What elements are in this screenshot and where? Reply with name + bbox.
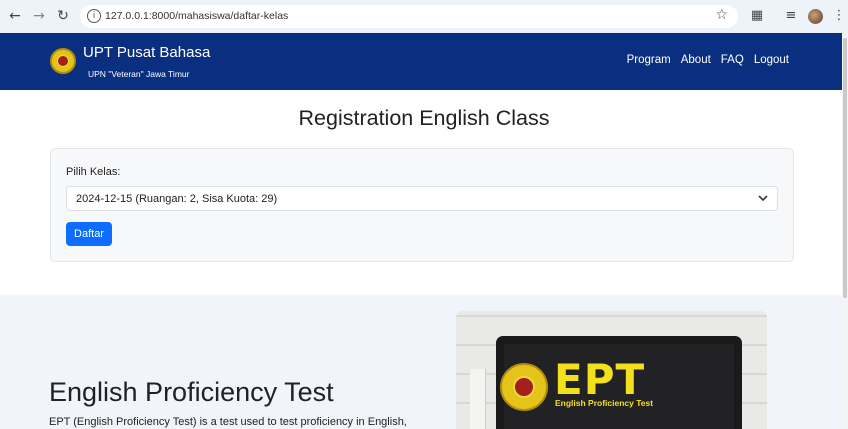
browser-toolbar: ← → ↻ i 127.0.0.1:8000/mahasiswa/daftar-… xyxy=(0,0,848,33)
daftar-button[interactable]: Daftar xyxy=(66,222,112,246)
chevron-down-icon[interactable] xyxy=(757,192,769,204)
class-select[interactable]: 2024-12-15 (Ruangan: 2, Sisa Kuota: 29) xyxy=(66,186,778,211)
ept-image: EPT English Proficiency Test xyxy=(456,311,767,429)
frame-decoration xyxy=(470,369,486,429)
extensions-icon[interactable]: ▦ xyxy=(748,7,766,25)
nav-faq[interactable]: FAQ xyxy=(721,54,744,66)
upn-logo-icon[interactable] xyxy=(50,48,76,74)
address-bar[interactable]: i 127.0.0.1:8000/mahasiswa/daftar-kelas … xyxy=(80,5,738,28)
brand-subtitle: UPN "Veteran" Jawa Timur xyxy=(88,69,190,79)
nav-program[interactable]: Program xyxy=(627,54,671,66)
ept-mark: EPT xyxy=(554,355,646,404)
menu-icon[interactable]: ⋮ xyxy=(830,7,848,25)
ept-section: English Proficiency Test EPT (English Pr… xyxy=(0,295,848,429)
nav-about[interactable]: About xyxy=(681,54,711,66)
class-select-label: Pilih Kelas: xyxy=(66,166,121,178)
scrollbar-thumb[interactable] xyxy=(843,38,847,298)
ept-logo-icon xyxy=(500,363,548,411)
page-title: Registration English Class xyxy=(298,106,550,130)
star-icon[interactable]: ☆ xyxy=(715,7,728,23)
forward-icon[interactable]: → xyxy=(30,7,48,25)
registration-form-card: Pilih Kelas: 2024-12-15 (Ruangan: 2, Sis… xyxy=(50,148,794,262)
profile-avatar[interactable] xyxy=(808,9,823,24)
class-select-value[interactable]: 2024-12-15 (Ruangan: 2, Sisa Kuota: 29) xyxy=(76,193,277,205)
site-header: UPT Pusat Bahasa UPN "Veteran" Jawa Timu… xyxy=(0,33,848,90)
back-icon[interactable]: ← xyxy=(6,7,24,25)
url-text[interactable]: 127.0.0.1:8000/mahasiswa/daftar-kelas xyxy=(105,10,288,22)
ept-description: EPT (English Proficiency Test) is a test… xyxy=(49,416,407,428)
nav-logout[interactable]: Logout xyxy=(754,54,789,66)
reading-list-icon[interactable]: ≡ xyxy=(782,7,800,25)
ept-title: English Proficiency Test xyxy=(49,377,334,407)
info-icon[interactable]: i xyxy=(87,9,101,23)
reload-icon[interactable]: ↻ xyxy=(54,7,72,25)
main-nav: Program About FAQ Logout xyxy=(627,54,789,66)
brand-title[interactable]: UPT Pusat Bahasa xyxy=(83,44,210,61)
ept-mark-caption: English Proficiency Test xyxy=(555,398,654,408)
